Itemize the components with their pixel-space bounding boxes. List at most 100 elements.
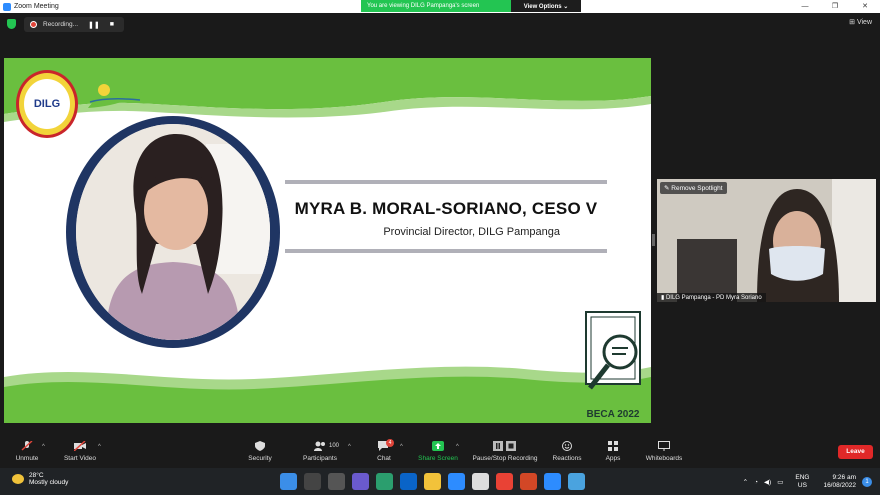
minimize-button[interactable]: — [790, 0, 820, 13]
share-options-caret[interactable]: ^ [456, 444, 459, 450]
unmute-button[interactable]: Unmute [10, 437, 44, 462]
zoom-app-icon [3, 2, 11, 11]
weather-condition: Mostly cloudy [29, 479, 69, 486]
system-tray: ⌃ ◔ ◀) ▭ ENG US 9:26 am 16/08/2022 1 [743, 471, 880, 493]
document-search-icon [585, 311, 641, 390]
encryption-shield-icon[interactable] [7, 19, 16, 29]
teams-icon[interactable] [352, 473, 369, 490]
bottom-wave-decoration [4, 366, 651, 423]
name-bottom-rule [285, 249, 607, 253]
participant-count: 100 [329, 443, 340, 449]
leave-button[interactable]: Leave [838, 445, 873, 459]
meeting-toolbar: Unmute ^ Start Video ^ Security Particip… [0, 437, 880, 468]
start-menu-icon[interactable] [280, 473, 297, 490]
edge-icon[interactable] [376, 473, 393, 490]
start-video-button[interactable]: Start Video [60, 437, 100, 462]
store-icon[interactable] [472, 473, 489, 490]
window-controls: — ❐ ✕ [790, 0, 880, 13]
weather-widget[interactable]: 28°C Mostly cloudy [12, 472, 68, 486]
participants-button[interactable]: Participants [300, 437, 340, 462]
meeting-topbar: Recording... ❚❚ ■ ⊞ View [0, 13, 880, 37]
windows-taskbar: 28°C Mostly cloudy ⌃ ◔ ◀) ▭ ENG US 9:26 … [0, 468, 880, 495]
brand-emblem-icon [88, 84, 142, 108]
whiteboards-label: Whiteboards [645, 455, 683, 462]
close-button[interactable]: ✕ [850, 0, 880, 13]
taskbar-apps [280, 473, 585, 490]
chat-options-caret[interactable]: ^ [400, 444, 403, 450]
chrome-icon[interactable] [496, 473, 513, 490]
reactions-button[interactable]: Reactions [550, 437, 584, 462]
restore-button[interactable]: ❐ [820, 0, 850, 13]
mail-icon[interactable] [400, 473, 417, 490]
remove-spotlight-label: Remove Spotlight [671, 185, 723, 192]
pause-recording-button[interactable]: ❚❚ [88, 21, 100, 29]
video-options-caret[interactable]: ^ [98, 444, 101, 450]
wifi-icon[interactable]: ◔ [754, 479, 758, 486]
notification-badge[interactable]: 1 [862, 477, 872, 487]
panel-resize-handle[interactable] [652, 234, 655, 246]
speaker-photo [76, 124, 270, 340]
remove-spotlight-button[interactable]: ✎ Remove Spotlight [660, 182, 727, 194]
pause-stop-recording-button[interactable]: Pause/Stop Recording [470, 437, 540, 462]
participant-name-label: ▮ DILG Pampanga - PD Myra Soriano [657, 293, 766, 302]
recording-indicator: Recording... ❚❚ ■ [24, 17, 124, 32]
chat-unread-badge: 4 [386, 439, 394, 447]
window-title: Zoom Meeting [14, 3, 59, 10]
file-explorer-icon[interactable] [424, 473, 441, 490]
speaker-portrait [66, 116, 280, 348]
language-code: ENG [795, 474, 810, 481]
security-button[interactable]: Security [244, 437, 276, 462]
dilg-logo-text: DILG [24, 79, 70, 129]
speaker-position: Provincial Director, DILG Pampanga [383, 226, 560, 238]
video-off-icon [74, 441, 86, 451]
clock-date: 16/08/2022 [823, 482, 856, 489]
cloudy-weather-icon [12, 474, 24, 484]
spotlight-video[interactable]: ✎ Remove Spotlight ▮ DILG Pampanga - PD … [657, 179, 876, 302]
name-top-rule [285, 180, 607, 184]
view-button[interactable]: ⊞ View [849, 18, 872, 26]
beca-badge: BECA 2022 [580, 310, 646, 420]
view-options-button[interactable]: View Options ⌄ [511, 0, 581, 12]
speaker-name: MYRA B. MORAL-SORIANO, CESO V [294, 199, 598, 218]
apps-label: Apps [605, 455, 621, 462]
volume-icon[interactable]: ◀) [764, 478, 771, 486]
zoom-taskbar-icon[interactable] [448, 473, 465, 490]
powerpoint-icon[interactable] [520, 473, 537, 490]
shield-icon [255, 441, 265, 451]
shared-screen: DILG MYRA B. MORAL-SORIANO, CESO V Provi… [4, 58, 651, 423]
apps-button[interactable]: Apps [600, 437, 626, 462]
participants-label: Participants [303, 455, 337, 462]
apps-icon [608, 441, 618, 451]
security-label: Security [248, 455, 272, 462]
task-view-icon[interactable] [328, 473, 345, 490]
start-video-label: Start Video [63, 455, 97, 462]
unmute-label: Unmute [15, 455, 39, 462]
canva-icon[interactable] [568, 473, 585, 490]
share-screen-button[interactable]: Share Screen [414, 437, 462, 462]
share-screen-label: Share Screen [418, 455, 458, 462]
battery-icon[interactable]: ▭ [777, 478, 783, 486]
share-banner-text: You are viewing DILG Pampanga's screen [361, 0, 511, 12]
language-indicator[interactable]: ENG US [795, 474, 809, 490]
tray-overflow-icon[interactable]: ⌃ [743, 478, 748, 486]
zoom-meeting-taskbar-icon[interactable] [544, 473, 561, 490]
chat-label: Chat [377, 455, 391, 462]
participant-video-frame [657, 179, 876, 302]
stop-recording-button[interactable]: ■ [110, 21, 114, 28]
share-banner: You are viewing DILG Pampanga's screen V… [361, 0, 581, 12]
audio-options-caret[interactable]: ^ [42, 444, 45, 450]
dilg-logo: DILG [16, 70, 78, 138]
muted-mic-icon [21, 441, 33, 451]
participants-options-caret[interactable]: ^ [348, 444, 351, 450]
search-icon[interactable] [304, 473, 321, 490]
beca-label: BECA 2022 [586, 409, 640, 420]
temperature: 28°C [29, 472, 44, 479]
reactions-icon [562, 441, 572, 451]
clock[interactable]: 9:26 am 16/08/2022 [823, 474, 856, 490]
recording-label: Recording... [43, 21, 79, 28]
whiteboard-icon [658, 441, 670, 451]
participant-name: DILG Pampanga - PD Myra Soriano [665, 295, 762, 301]
participants-icon [314, 441, 325, 451]
whiteboards-button[interactable]: Whiteboards [642, 437, 686, 462]
clock-time: 9:26 am [832, 474, 857, 481]
